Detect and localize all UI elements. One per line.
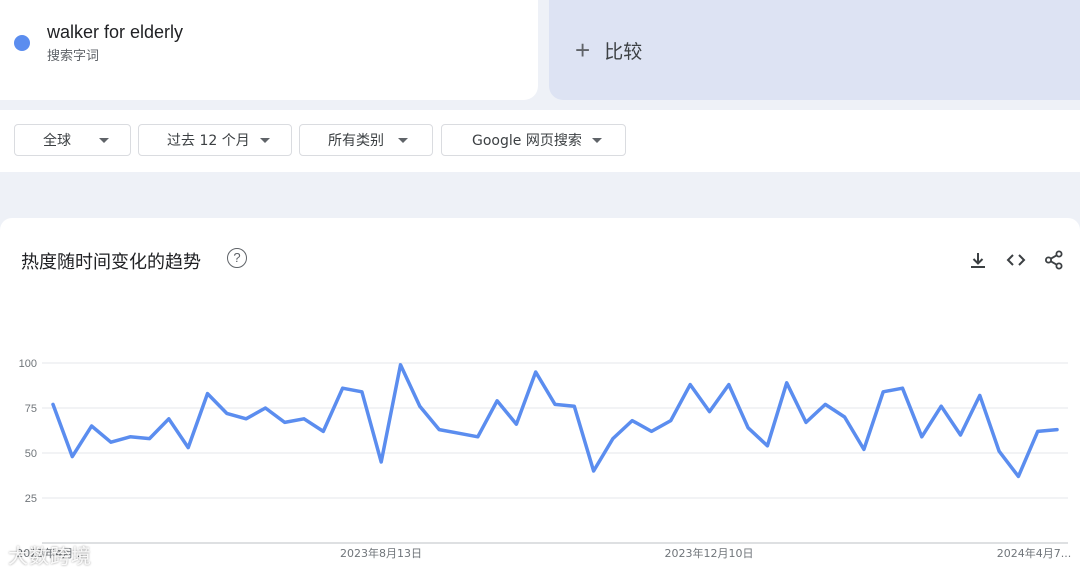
data-point[interactable] <box>954 429 966 441</box>
data-point[interactable] <box>549 398 561 410</box>
time-range-filter-label: 过去 12 个月 <box>167 133 250 149</box>
data-point[interactable] <box>877 386 889 398</box>
data-point[interactable] <box>723 379 735 391</box>
data-point[interactable] <box>105 436 117 448</box>
watermark-text: 大数跨境 <box>8 544 92 568</box>
data-point[interactable] <box>279 416 291 428</box>
data-point[interactable] <box>800 416 812 428</box>
data-point[interactable] <box>684 379 696 391</box>
data-point[interactable] <box>781 377 793 389</box>
data-point[interactable] <box>897 382 909 394</box>
data-point[interactable] <box>974 389 986 401</box>
data-point[interactable] <box>1032 425 1044 437</box>
caret-down-icon <box>259 137 270 143</box>
data-point[interactable] <box>472 431 484 443</box>
y-tick-label: 50 <box>25 448 37 460</box>
caret-down-icon <box>99 137 109 143</box>
data-point[interactable] <box>433 424 445 436</box>
data-point[interactable] <box>66 451 78 463</box>
data-point[interactable] <box>819 398 831 410</box>
data-point[interactable] <box>1051 424 1063 436</box>
compare-label: 比较 <box>604 40 643 63</box>
data-point[interactable] <box>337 382 349 394</box>
data-point[interactable] <box>916 431 928 443</box>
help-circle-icon[interactable]: ? <box>227 248 247 268</box>
data-point[interactable] <box>1012 470 1024 482</box>
series-line <box>51 363 1059 479</box>
search-type-filter[interactable]: Google 网页搜索 <box>441 124 626 156</box>
x-tick-label: 2023年12月10日 <box>665 546 754 560</box>
interest-over-time-card: 热度随时间变化的趋势 ? 25 50 75 100 2023年4月... 2023年8月1… <box>0 218 1080 574</box>
data-point[interactable] <box>626 415 638 427</box>
data-point[interactable] <box>240 413 252 425</box>
data-point[interactable] <box>182 442 194 454</box>
data-point[interactable] <box>86 420 98 432</box>
data-point[interactable] <box>568 400 580 412</box>
filter-bar: 全球 过去 12 个月 所有类别 Google 网页搜索 <box>0 110 1080 172</box>
search-term-subtitle: 搜索字词 <box>47 49 100 64</box>
data-point[interactable] <box>742 422 754 434</box>
y-tick-label: 100 <box>19 358 37 370</box>
caret-down-icon <box>591 137 602 143</box>
data-point[interactable] <box>201 388 213 400</box>
region-filter-label: 全球 <box>43 133 71 149</box>
data-point[interactable] <box>375 456 387 468</box>
category-filter[interactable]: 所有类别 <box>299 124 433 156</box>
data-point[interactable] <box>144 433 156 445</box>
data-point[interactable] <box>993 445 1005 457</box>
data-point[interactable] <box>510 418 522 430</box>
data-point[interactable] <box>703 406 715 418</box>
search-term-name[interactable]: walker for elderly <box>47 22 183 43</box>
data-point[interactable] <box>588 465 600 477</box>
embed-code-icon[interactable] <box>1005 249 1027 271</box>
data-point[interactable] <box>163 413 175 425</box>
time-range-filter[interactable]: 过去 12 个月 <box>138 124 292 156</box>
category-filter-label: 所有类别 <box>328 133 384 149</box>
data-point[interactable] <box>356 386 368 398</box>
data-point[interactable] <box>761 440 773 452</box>
data-point[interactable] <box>665 415 677 427</box>
data-point[interactable] <box>124 431 136 443</box>
download-icon[interactable] <box>967 249 989 271</box>
share-icon[interactable] <box>1043 249 1065 271</box>
caret-down-icon <box>398 137 408 143</box>
term-color-dot <box>14 35 30 51</box>
data-point[interactable] <box>221 407 233 419</box>
x-tick-label: 2024年4月7... <box>997 546 1071 560</box>
plus-icon: + <box>575 34 591 65</box>
data-point[interactable] <box>935 400 947 412</box>
y-tick-label: 75 <box>25 403 37 415</box>
chart-title: 热度随时间变化的趋势 <box>21 252 201 273</box>
data-point[interactable] <box>259 402 271 414</box>
data-point[interactable] <box>858 443 870 455</box>
data-point[interactable] <box>452 427 464 439</box>
y-tick-label: 25 <box>25 493 37 505</box>
data-point[interactable] <box>395 359 407 371</box>
data-point[interactable] <box>491 395 503 407</box>
data-point[interactable] <box>839 411 851 423</box>
compare-button[interactable]: + 比较 <box>549 0 1080 100</box>
data-point[interactable] <box>607 433 619 445</box>
trend-line-chart: 2550751002023年4月... 2023年8月13日 2023年12月10日… <box>16 358 1071 560</box>
data-point[interactable] <box>530 366 542 378</box>
data-point[interactable] <box>317 425 329 437</box>
data-point[interactable] <box>298 413 310 425</box>
search-term-card[interactable]: walker for elderly 搜索字词 <box>0 0 538 100</box>
data-point[interactable] <box>47 398 59 410</box>
data-point[interactable] <box>646 425 658 437</box>
x-tick-label: 2023年8月13日 <box>340 546 422 560</box>
region-filter[interactable]: 全球 <box>14 124 131 156</box>
search-type-filter-label: Google 网页搜索 <box>472 133 582 149</box>
data-point[interactable] <box>414 400 426 412</box>
